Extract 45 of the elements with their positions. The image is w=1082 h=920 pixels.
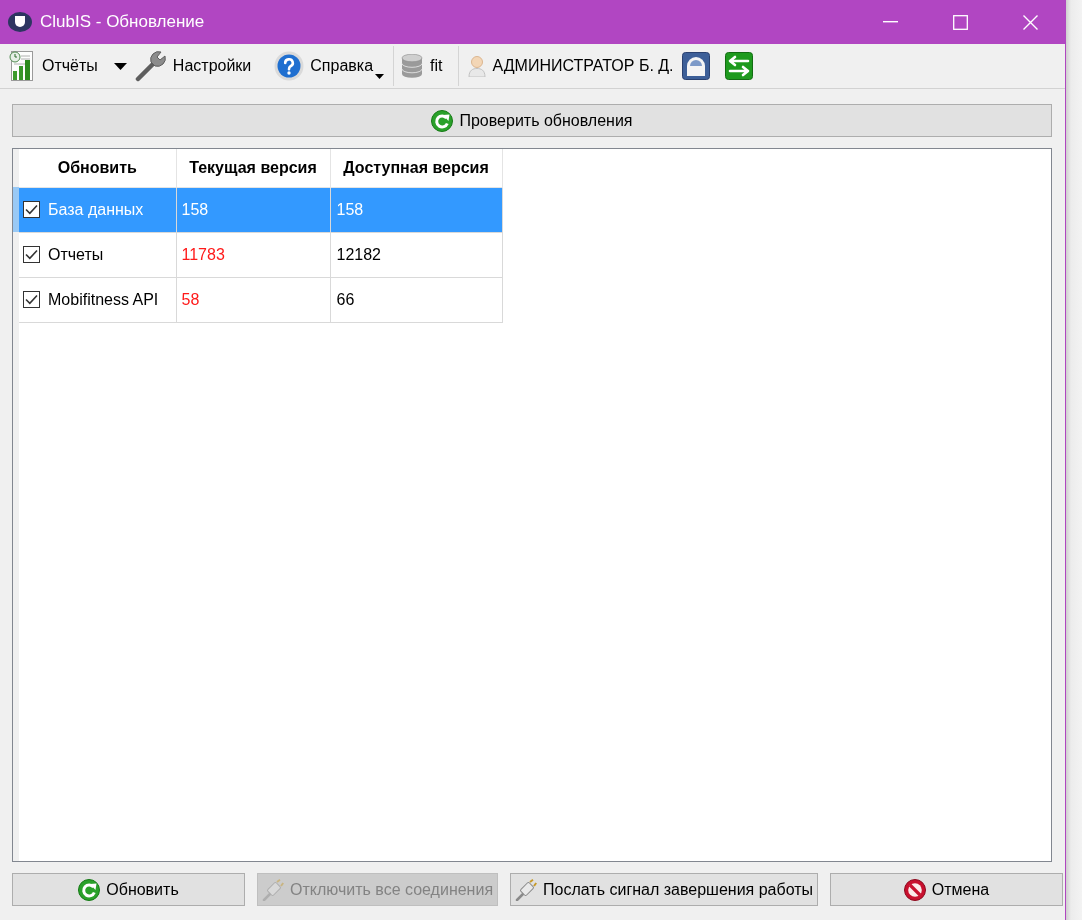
table-cell: 58 bbox=[176, 277, 330, 322]
component-name: Mobifitness API bbox=[48, 289, 159, 310]
column-header[interactable]: Текущая версия bbox=[176, 149, 330, 187]
swap-arrows-icon bbox=[724, 52, 753, 80]
chart-document-icon bbox=[8, 51, 36, 81]
checkbox[interactable] bbox=[23, 246, 40, 263]
caret-icon bbox=[113, 62, 127, 70]
caret-icon bbox=[375, 74, 385, 79]
dialog-button[interactable]: Обновить bbox=[12, 873, 245, 906]
table-cell: 11783 bbox=[176, 232, 330, 277]
refresh-icon bbox=[431, 109, 454, 132]
checkbox[interactable] bbox=[23, 201, 40, 218]
toolbar-label: fit bbox=[430, 56, 443, 76]
table-row[interactable]: Mobifitness API 58 66 bbox=[19, 277, 502, 322]
table-cell: 12182 bbox=[330, 232, 502, 277]
toolbar-menu-button[interactable]: Отчёты bbox=[4, 47, 131, 85]
table-cell: 158 bbox=[176, 187, 330, 232]
window-title: ClubIS - Обновление bbox=[40, 11, 205, 34]
column-header[interactable]: Доступная версия bbox=[330, 149, 502, 187]
table-row[interactable]: Отчеты 11783 12182 bbox=[19, 232, 502, 277]
database-icon bbox=[401, 54, 424, 78]
app-logo-icon bbox=[8, 12, 32, 32]
plug-icon bbox=[515, 878, 538, 901]
dialog-button[interactable]: Послать сигнал завершения работы bbox=[510, 873, 819, 906]
table-cell: 158 bbox=[330, 187, 502, 232]
user-icon bbox=[467, 55, 486, 77]
toolbar-button[interactable]: Настройки bbox=[130, 47, 256, 85]
toolbar-label: АДМИНИСТРАТОР Б. Д. bbox=[492, 56, 674, 76]
wrench-icon bbox=[134, 50, 167, 82]
refresh-icon bbox=[78, 878, 101, 901]
plug-icon bbox=[262, 878, 284, 901]
padlock-icon bbox=[681, 52, 710, 80]
toolbar-menu-button[interactable]: Справка bbox=[270, 47, 389, 85]
check-updates-button[interactable]: Проверить обновления bbox=[12, 104, 1052, 137]
column-header[interactable]: Обновить bbox=[19, 149, 176, 187]
dialog-button[interactable]: Отмена bbox=[830, 873, 1064, 906]
component-name: База данных bbox=[48, 199, 144, 220]
checkbox[interactable] bbox=[23, 291, 40, 308]
table-cell: 66 bbox=[330, 277, 502, 322]
minimize-icon bbox=[882, 21, 898, 23]
close-icon bbox=[1022, 14, 1038, 30]
help-icon bbox=[274, 51, 305, 81]
prohibited-icon bbox=[903, 878, 926, 901]
component-name: Отчеты bbox=[48, 244, 104, 265]
maximize-icon bbox=[952, 14, 968, 30]
